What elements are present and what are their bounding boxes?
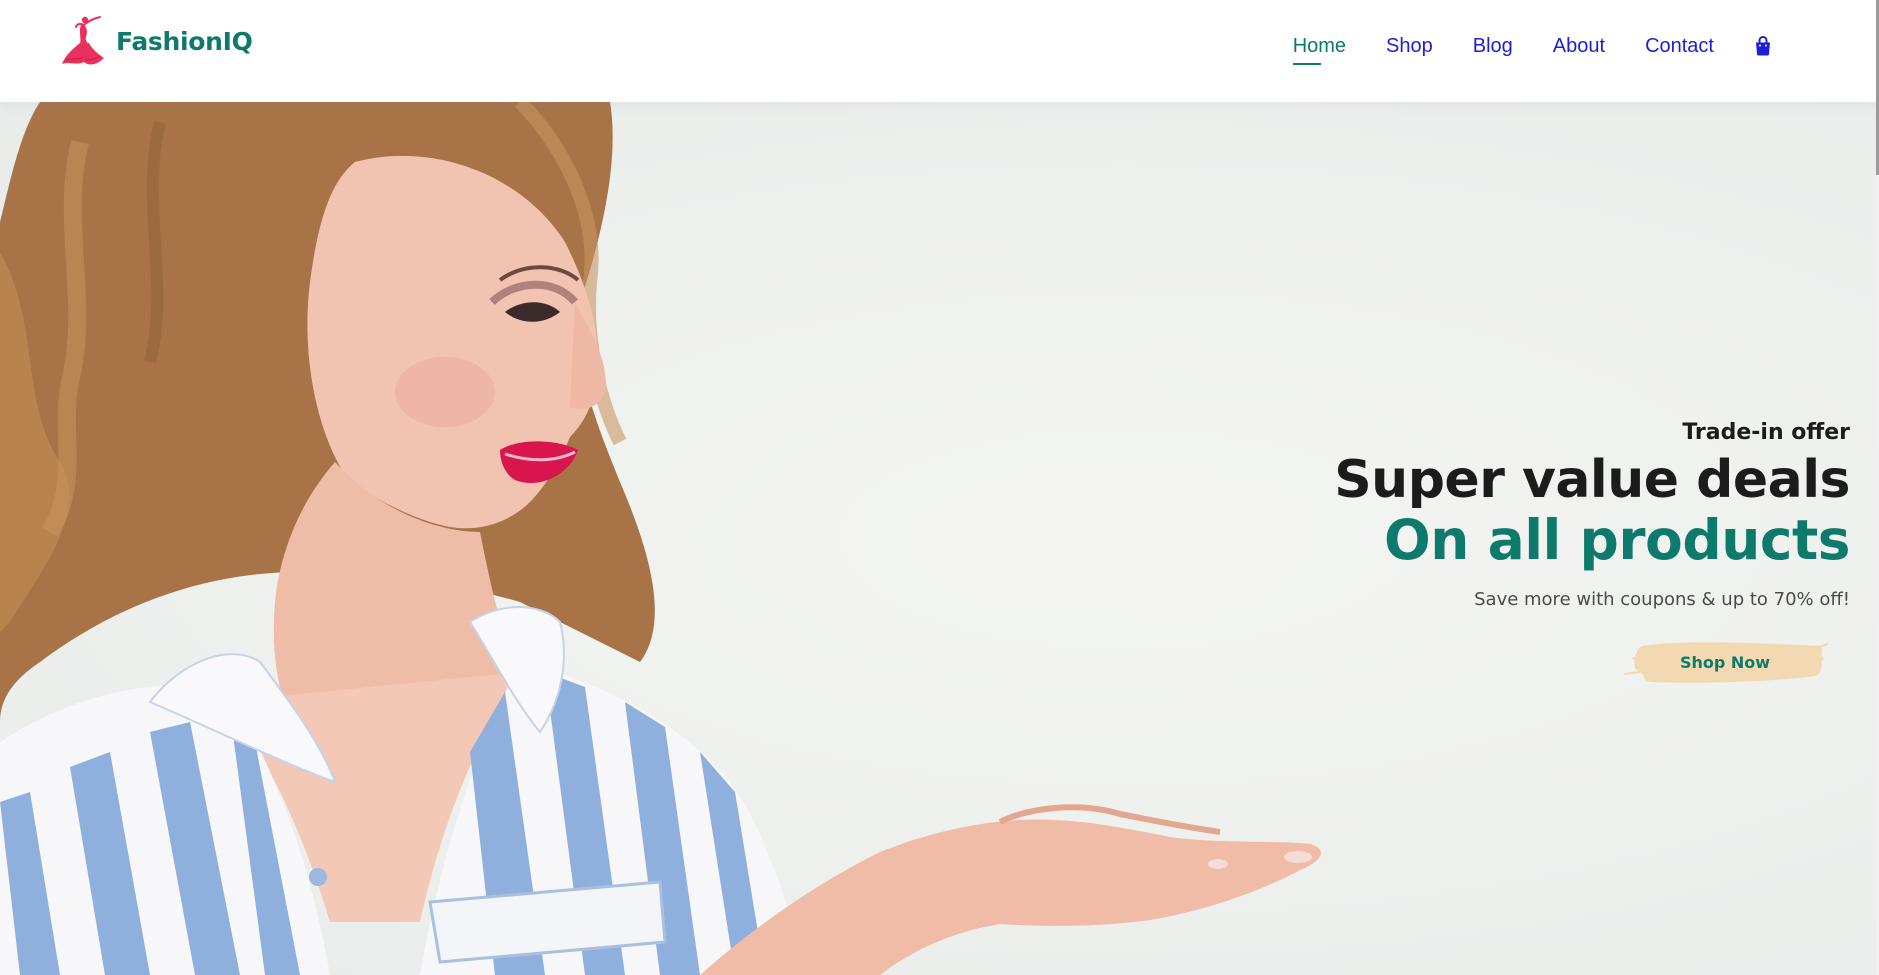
shop-now-label: Shop Now xyxy=(1679,653,1771,672)
hero-title: Super value deals xyxy=(1334,450,1850,510)
nav-home[interactable]: Home xyxy=(1292,34,1346,65)
nav-shop[interactable]: Shop xyxy=(1386,34,1433,58)
shopping-bag-icon[interactable] xyxy=(1754,35,1772,57)
dancing-woman-icon xyxy=(62,16,104,65)
main-nav: Home Shop Blog About Contact xyxy=(1292,34,1772,65)
brand-logo-link[interactable]: FashionIQ xyxy=(60,14,253,68)
nav-about[interactable]: About xyxy=(1553,34,1605,58)
nav-blog[interactable]: Blog xyxy=(1473,34,1513,58)
hero-model-image xyxy=(0,102,1321,975)
page: FashionIQ Home Shop Blog About Contact T… xyxy=(0,0,1879,975)
brand-name: FashionIQ xyxy=(116,26,253,56)
hero-banner: Trade-in offer Super value deals On all … xyxy=(0,102,1876,975)
hero-text-block: Trade-in offer Super value deals On all … xyxy=(1290,420,1851,683)
nav-contact[interactable]: Contact xyxy=(1645,34,1714,58)
hero-eyebrow: Trade-in offer xyxy=(1682,420,1850,445)
shop-now-button[interactable]: Shop Now xyxy=(1620,636,1830,690)
hero-subtitle: Save more with coupons & up to 70% off! xyxy=(1474,589,1850,610)
hero-title-accent: On all products xyxy=(1384,508,1850,572)
site-header: FashionIQ Home Shop Blog About Contact xyxy=(0,0,1876,102)
